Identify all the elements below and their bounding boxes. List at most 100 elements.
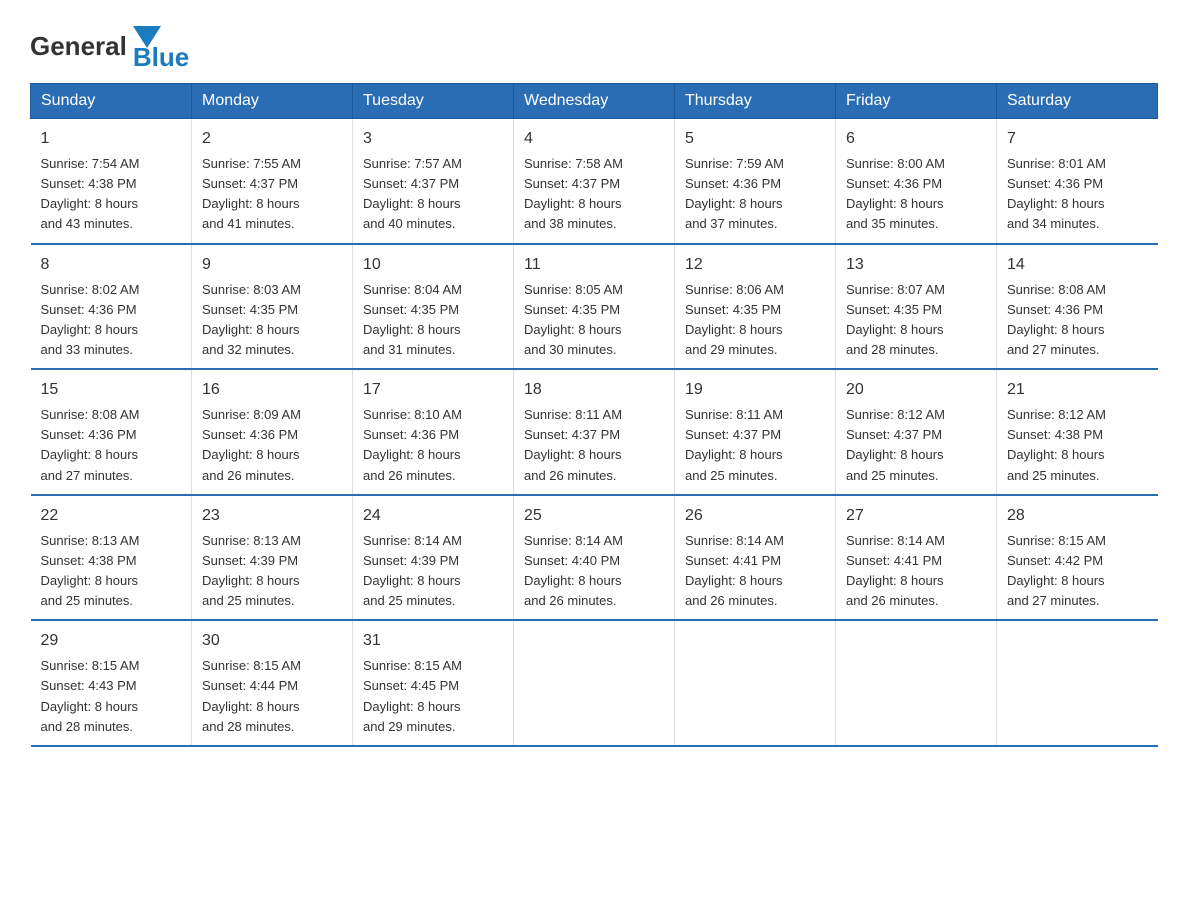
day-info: Sunrise: 8:08 AMSunset: 4:36 PMDaylight:… [1007,280,1148,361]
calendar-day-cell: 27 Sunrise: 8:14 AMSunset: 4:41 PMDayligh… [836,495,997,621]
calendar-day-cell: 19 Sunrise: 8:11 AMSunset: 4:37 PMDayligh… [675,369,836,495]
day-info: Sunrise: 8:00 AMSunset: 4:36 PMDaylight:… [846,154,986,235]
weekday-header-wednesday: Wednesday [514,84,675,119]
day-info: Sunrise: 8:15 AMSunset: 4:43 PMDaylight:… [41,656,182,737]
calendar-day-cell: 24 Sunrise: 8:14 AMSunset: 4:39 PMDayligh… [353,495,514,621]
calendar-day-cell: 18Sunrise: 8:11 AMSunset: 4:37 PMDayligh… [514,369,675,495]
weekday-header-saturday: Saturday [997,84,1158,119]
day-info: Sunrise: 7:55 AMSunset: 4:37 PMDaylight:… [202,154,342,235]
calendar-day-cell: 17 Sunrise: 8:10 AMSunset: 4:36 PMDayligh… [353,369,514,495]
day-info: Sunrise: 8:14 AMSunset: 4:41 PMDaylight:… [685,531,825,612]
day-info: Sunrise: 8:11 AMSunset: 4:37 PMDaylight:… [685,405,825,486]
day-number: 10 [363,253,503,277]
day-info: Sunrise: 8:03 AMSunset: 4:35 PMDaylight:… [202,280,342,361]
day-number: 31 [363,629,503,653]
calendar-day-cell: 6 Sunrise: 8:00 AMSunset: 4:36 PMDaylight… [836,119,997,244]
day-number: 6 [846,127,986,151]
day-number: 7 [1007,127,1148,151]
calendar-day-cell: 30 Sunrise: 8:15 AMSunset: 4:44 PMDayligh… [192,620,353,746]
calendar-day-cell: 31Sunrise: 8:15 AMSunset: 4:45 PMDayligh… [353,620,514,746]
day-info: Sunrise: 7:57 AMSunset: 4:37 PMDaylight:… [363,154,503,235]
day-info: Sunrise: 8:06 AMSunset: 4:35 PMDaylight:… [685,280,825,361]
day-number: 30 [202,629,342,653]
day-number: 19 [685,378,825,402]
calendar-day-cell: 29 Sunrise: 8:15 AMSunset: 4:43 PMDayligh… [31,620,192,746]
day-number: 4 [524,127,664,151]
day-info: Sunrise: 8:07 AMSunset: 4:35 PMDaylight:… [846,280,986,361]
day-number: 1 [41,127,182,151]
day-number: 29 [41,629,182,653]
day-number: 22 [41,504,182,528]
day-info: Sunrise: 8:02 AMSunset: 4:36 PMDaylight:… [41,280,182,361]
calendar-day-cell: 9 Sunrise: 8:03 AMSunset: 4:35 PMDaylight… [192,244,353,370]
calendar-week-row: 15 Sunrise: 8:08 AMSunset: 4:36 PMDayligh… [31,369,1158,495]
day-number: 3 [363,127,503,151]
calendar-empty-cell [514,620,675,746]
calendar-week-row: 1 Sunrise: 7:54 AMSunset: 4:38 PMDaylight… [31,119,1158,244]
day-info: Sunrise: 7:54 AMSunset: 4:38 PMDaylight:… [41,154,182,235]
day-info: Sunrise: 8:12 AMSunset: 4:37 PMDaylight:… [846,405,986,486]
day-number: 17 [363,378,503,402]
day-info: Sunrise: 8:05 AMSunset: 4:35 PMDaylight:… [524,280,664,361]
calendar-week-row: 8 Sunrise: 8:02 AMSunset: 4:36 PMDaylight… [31,244,1158,370]
logo-general-text: General [30,31,127,62]
calendar-day-cell: 14 Sunrise: 8:08 AMSunset: 4:36 PMDayligh… [997,244,1158,370]
day-number: 2 [202,127,342,151]
calendar-day-cell: 5 Sunrise: 7:59 AMSunset: 4:36 PMDaylight… [675,119,836,244]
day-number: 11 [524,253,664,277]
day-info: Sunrise: 8:08 AMSunset: 4:36 PMDaylight:… [41,405,182,486]
day-number: 25 [524,504,664,528]
day-info: Sunrise: 8:10 AMSunset: 4:36 PMDaylight:… [363,405,503,486]
day-number: 8 [41,253,182,277]
weekday-header-sunday: Sunday [31,84,192,119]
day-info: Sunrise: 8:15 AMSunset: 4:44 PMDaylight:… [202,656,342,737]
calendar-day-cell: 8 Sunrise: 8:02 AMSunset: 4:36 PMDaylight… [31,244,192,370]
calendar-empty-cell [997,620,1158,746]
calendar-day-cell: 22 Sunrise: 8:13 AMSunset: 4:38 PMDayligh… [31,495,192,621]
calendar-body: 1 Sunrise: 7:54 AMSunset: 4:38 PMDaylight… [31,119,1158,746]
calendar-day-cell: 26 Sunrise: 8:14 AMSunset: 4:41 PMDayligh… [675,495,836,621]
day-info: Sunrise: 8:04 AMSunset: 4:35 PMDaylight:… [363,280,503,361]
calendar-week-row: 22 Sunrise: 8:13 AMSunset: 4:38 PMDayligh… [31,495,1158,621]
day-number: 18 [524,378,664,402]
calendar-day-cell: 16Sunrise: 8:09 AMSunset: 4:36 PMDayligh… [192,369,353,495]
day-number: 15 [41,378,182,402]
day-info: Sunrise: 8:14 AMSunset: 4:40 PMDaylight:… [524,531,664,612]
calendar-day-cell: 13 Sunrise: 8:07 AMSunset: 4:35 PMDayligh… [836,244,997,370]
day-number: 16 [202,378,342,402]
calendar-empty-cell [675,620,836,746]
day-info: Sunrise: 8:14 AMSunset: 4:41 PMDaylight:… [846,531,986,612]
day-number: 23 [202,504,342,528]
day-info: Sunrise: 8:14 AMSunset: 4:39 PMDaylight:… [363,531,503,612]
calendar-day-cell: 11 Sunrise: 8:05 AMSunset: 4:35 PMDayligh… [514,244,675,370]
day-number: 14 [1007,253,1148,277]
calendar-day-cell: 23 Sunrise: 8:13 AMSunset: 4:39 PMDayligh… [192,495,353,621]
calendar-day-cell: 7 Sunrise: 8:01 AMSunset: 4:36 PMDaylight… [997,119,1158,244]
day-info: Sunrise: 8:01 AMSunset: 4:36 PMDaylight:… [1007,154,1148,235]
calendar-day-cell: 28Sunrise: 8:15 AMSunset: 4:42 PMDayligh… [997,495,1158,621]
calendar-week-row: 29 Sunrise: 8:15 AMSunset: 4:43 PMDayligh… [31,620,1158,746]
day-number: 21 [1007,378,1148,402]
day-info: Sunrise: 7:59 AMSunset: 4:36 PMDaylight:… [685,154,825,235]
calendar-day-cell: 12Sunrise: 8:06 AMSunset: 4:35 PMDayligh… [675,244,836,370]
day-number: 26 [685,504,825,528]
day-number: 13 [846,253,986,277]
weekday-header-row: SundayMondayTuesdayWednesdayThursdayFrid… [31,84,1158,119]
day-number: 5 [685,127,825,151]
calendar-day-cell: 21 Sunrise: 8:12 AMSunset: 4:38 PMDayligh… [997,369,1158,495]
day-number: 9 [202,253,342,277]
calendar-day-cell: 3 Sunrise: 7:57 AMSunset: 4:37 PMDaylight… [353,119,514,244]
logo-blue-text: Blue [133,42,189,73]
calendar-day-cell: 10 Sunrise: 8:04 AMSunset: 4:35 PMDayligh… [353,244,514,370]
calendar-header: SundayMondayTuesdayWednesdayThursdayFrid… [31,84,1158,119]
day-info: Sunrise: 8:13 AMSunset: 4:39 PMDaylight:… [202,531,342,612]
day-number: 27 [846,504,986,528]
day-info: Sunrise: 8:12 AMSunset: 4:38 PMDaylight:… [1007,405,1148,486]
day-info: Sunrise: 8:13 AMSunset: 4:38 PMDaylight:… [41,531,182,612]
day-number: 28 [1007,504,1148,528]
day-number: 20 [846,378,986,402]
weekday-header-thursday: Thursday [675,84,836,119]
logo: General Blue [30,20,189,73]
calendar-empty-cell [836,620,997,746]
day-number: 24 [363,504,503,528]
